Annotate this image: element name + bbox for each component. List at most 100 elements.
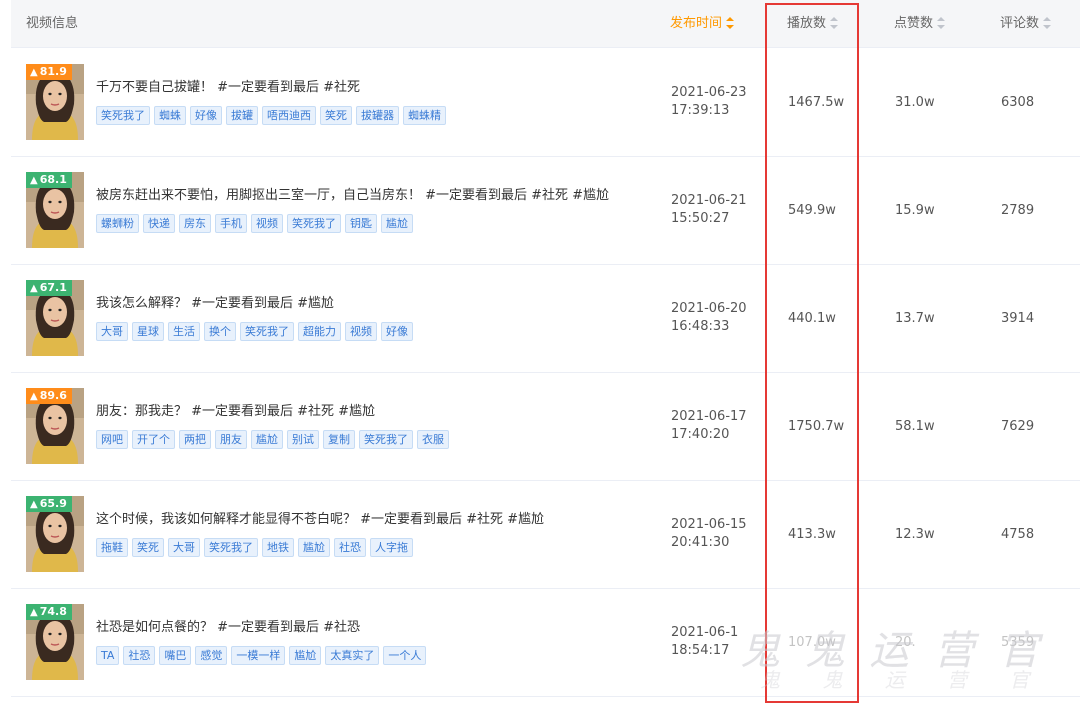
publish-time: 2021-06-1 18:54:17 (671, 624, 738, 660)
video-title[interactable]: 这个时候，我该如何解释才能显得不苍白呢？ #一定要看到最后 #社死 #尴尬 (96, 508, 544, 527)
sort-icon[interactable] (726, 17, 735, 29)
tag[interactable]: 星球 (132, 322, 164, 341)
video-thumbnail[interactable]: ▲ 89.6 (26, 388, 84, 464)
tag[interactable]: 笑死我了 (96, 106, 150, 125)
tag[interactable]: 拔罐 (226, 106, 258, 125)
publish-clock: 18:54:17 (671, 643, 730, 658)
tag[interactable]: 朋友 (215, 430, 247, 449)
tag[interactable]: 快递 (143, 214, 175, 233)
tag[interactable]: 感觉 (195, 646, 228, 665)
tag[interactable]: 手机 (215, 214, 247, 233)
tag[interactable]: 视频 (251, 214, 283, 233)
sort-icon[interactable] (1043, 17, 1052, 29)
flame-icon: ▲ (30, 607, 38, 618)
video-title[interactable]: 千万不要自己拔罐！ #一定要看到最后 #社死 (96, 76, 360, 95)
publish-date: 2021-06-17 (671, 409, 747, 424)
tag[interactable]: 尴尬 (251, 430, 283, 449)
like-count: 31.0w (895, 95, 935, 110)
video-title[interactable]: 我该怎么解释？ #一定要看到最后 #尴尬 (96, 292, 334, 311)
publish-time: 2021-06-21 15:50:27 (671, 192, 747, 228)
video-title[interactable]: 被房东赶出来不要怕，用脚抠出三室一厅，自己当房东！ #一定要看到最后 #社死 #… (96, 184, 609, 203)
video-thumbnail[interactable]: ▲ 81.9 (26, 64, 84, 140)
score-value: 81.9 (39, 65, 67, 78)
comment-count: 3914 (1001, 311, 1035, 326)
tag[interactable]: 笑死我了 (359, 430, 413, 449)
tag[interactable]: 笑死我了 (240, 322, 294, 341)
watermark-sub: 鬼 鬼 运 营 官 (760, 668, 1048, 692)
header-comments[interactable]: 评论数 (1000, 0, 1052, 47)
tag[interactable]: 拔罐器 (356, 106, 399, 125)
tag[interactable]: 尴尬 (298, 538, 330, 557)
publish-time: 2021-06-20 16:48:33 (671, 300, 747, 336)
video-thumbnail[interactable]: ▲ 68.1 (26, 172, 84, 248)
sort-icon[interactable] (937, 17, 946, 29)
tag[interactable]: 房东 (179, 214, 211, 233)
tag[interactable]: 笑死我了 (204, 538, 258, 557)
video-title[interactable]: 社恐是如何点餐的？ #一定要看到最后 #社恐 (96, 616, 360, 635)
tag[interactable]: 地铁 (262, 538, 294, 557)
tag[interactable]: 笑死 (132, 538, 164, 557)
tag[interactable]: 开了个 (132, 430, 175, 449)
tag[interactable]: 衣服 (417, 430, 449, 449)
table-row[interactable]: ▲ 89.6 朋友：那我走？ #一定要看到最后 #社死 #尴尬 网吧 开了个 两把 朋友 尴尬… (11, 372, 1080, 481)
tag[interactable]: 钥匙 (345, 214, 377, 233)
comment-count: 7629 (1001, 419, 1035, 434)
tag[interactable]: 尴尬 (381, 214, 413, 233)
tag[interactable]: 人字拖 (370, 538, 413, 557)
publish-time: 2021-06-17 17:40:20 (671, 408, 747, 444)
comment-count: 4758 (1001, 527, 1035, 542)
tag[interactable]: 生活 (168, 322, 200, 341)
table-row[interactable]: ▲ 65.9 这个时候，我该如何解释才能显得不苍白呢？ #一定要看到最后 #社死 #… (11, 480, 1080, 589)
video-thumbnail[interactable]: ▲ 65.9 (26, 496, 84, 572)
tag-list: 螺蛳粉 快递 房东 手机 视频 笑死我了 钥匙 尴尬 (96, 212, 417, 233)
tag[interactable]: 复制 (323, 430, 355, 449)
header-video-info: 视频信息 (26, 16, 79, 31)
tag[interactable]: 拖鞋 (96, 538, 128, 557)
publish-date: 2021-06-1 (671, 625, 739, 640)
comment-count: 2789 (1001, 203, 1035, 218)
tag[interactable]: 好像 (381, 322, 413, 341)
tag[interactable]: 蜘蛛 (154, 106, 186, 125)
tag[interactable]: 大哥 (168, 538, 200, 557)
table-row[interactable]: ▲ 81.9 千万不要自己拔罐！ #一定要看到最后 #社死 笑死我了 蜘蛛 好像 拔罐 唔西迪… (11, 48, 1080, 157)
video-title[interactable]: 朋友：那我走？ #一定要看到最后 #社死 #尴尬 (96, 400, 375, 419)
tag[interactable]: 一模一样 (231, 646, 286, 665)
tag[interactable]: 社恐 (123, 646, 156, 665)
tag[interactable]: 视频 (345, 322, 377, 341)
tag[interactable]: 社恐 (334, 538, 366, 557)
tag[interactable]: 笑死我了 (287, 214, 341, 233)
score-badge: ▲ 74.8 (26, 604, 72, 620)
flame-icon: ▲ (30, 499, 38, 510)
publish-date: 2021-06-23 (671, 85, 747, 100)
tag[interactable]: 尴尬 (289, 646, 322, 665)
video-thumbnail[interactable]: ▲ 67.1 (26, 280, 84, 356)
publish-clock: 16:48:33 (671, 319, 730, 334)
header-likes[interactable]: 点赞数 (894, 0, 946, 47)
tag[interactable]: 两把 (179, 430, 211, 449)
tag[interactable]: 螺蛳粉 (96, 214, 139, 233)
table-row[interactable]: ▲ 68.1 被房东赶出来不要怕，用脚抠出三室一厅，自己当房东！ #一定要看到最后 … (11, 156, 1080, 265)
tag[interactable]: 蜘蛛精 (403, 106, 446, 125)
score-badge: ▲ 65.9 (26, 496, 72, 512)
tag[interactable]: 好像 (190, 106, 222, 125)
tag[interactable]: 唔西迪西 (262, 106, 316, 125)
tag[interactable]: 一个人 (383, 646, 427, 665)
video-thumbnail[interactable]: ▲ 74.8 (26, 604, 84, 680)
tag[interactable]: 大哥 (96, 322, 128, 341)
tag[interactable]: 嘴巴 (159, 646, 192, 665)
tag[interactable]: 太真实了 (325, 646, 380, 665)
tag[interactable]: 换个 (204, 322, 236, 341)
tag[interactable]: TA (96, 646, 120, 665)
sort-icon[interactable] (830, 17, 839, 29)
publish-clock: 20:41:30 (671, 535, 730, 550)
score-value: 89.6 (39, 389, 67, 402)
table-row[interactable]: ▲ 67.1 我该怎么解释？ #一定要看到最后 #尴尬 大哥 星球 生活 换个 笑死我了 超能力… (11, 264, 1080, 373)
tag[interactable]: 超能力 (298, 322, 341, 341)
header-plays[interactable]: 播放数 (787, 0, 839, 47)
publish-time: 2021-06-23 17:39:13 (671, 84, 747, 120)
tag[interactable]: 笑死 (320, 106, 352, 125)
tag[interactable]: 网吧 (96, 430, 128, 449)
tag[interactable]: 别试 (287, 430, 319, 449)
header-publish-time[interactable]: 发布时间 (670, 0, 735, 47)
publish-time: 2021-06-15 20:41:30 (671, 516, 747, 552)
